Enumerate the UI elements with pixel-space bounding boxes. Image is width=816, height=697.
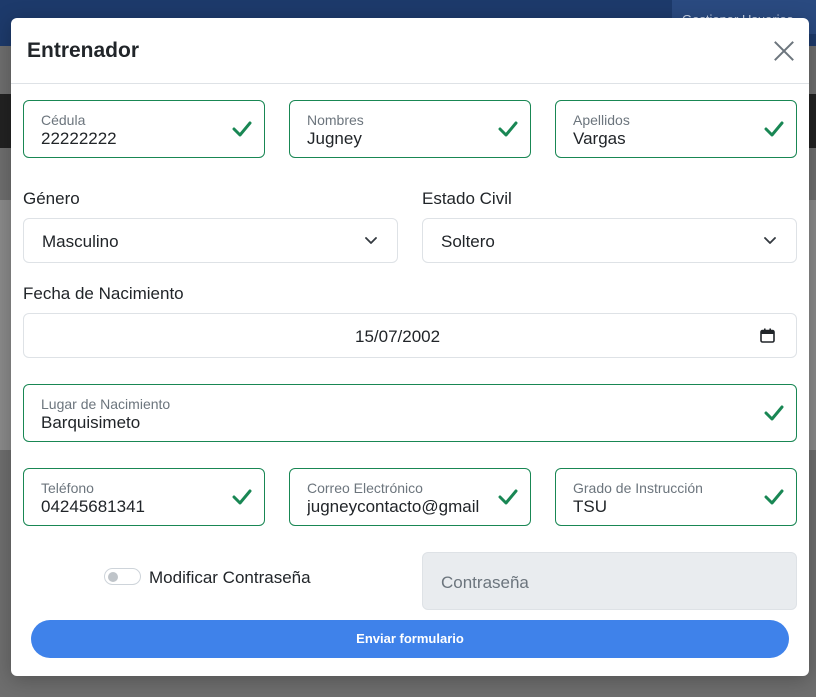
check-icon: [764, 405, 784, 421]
submit-button[interactable]: Enviar formulario: [31, 620, 789, 658]
telefono-value: 04245681341: [41, 497, 146, 516]
check-icon: [498, 121, 518, 137]
estado-civil-select[interactable]: Soltero: [422, 218, 797, 263]
nombres-label: Nombres: [307, 112, 364, 128]
estado-civil-label: Estado Civil: [422, 189, 512, 208]
close-icon[interactable]: [771, 38, 797, 64]
grado-instruccion-field[interactable]: Grado de Instrucción TSU: [555, 468, 797, 526]
grado-instruccion-label: Grado de Instrucción: [573, 480, 703, 496]
cedula-label: Cédula: [41, 112, 86, 128]
telefono-label: Teléfono: [41, 480, 94, 496]
cedula-value: 22222222: [41, 129, 117, 148]
entrenador-modal: Entrenador Cédula 22222222 Nombres Jugne…: [11, 18, 809, 676]
fecha-nacimiento-value: 15/07/2002: [355, 327, 441, 346]
calendar-icon[interactable]: [760, 328, 775, 343]
estado-civil-value: Soltero: [441, 232, 495, 251]
telefono-field[interactable]: Teléfono 04245681341: [23, 468, 265, 526]
fecha-nacimiento-label: Fecha de Nacimiento: [23, 284, 184, 303]
password-placeholder: Contraseña: [441, 573, 529, 592]
correo-value: jugneycontacto@gmail: [307, 497, 480, 516]
apellidos-label: Apellidos: [573, 112, 630, 128]
modificar-contrasena-label: Modificar Contraseña: [149, 568, 311, 587]
toggle-knob: [108, 572, 118, 582]
lugar-nacimiento-value: Barquisimeto: [41, 413, 141, 432]
password-input[interactable]: Contraseña: [422, 552, 797, 610]
genero-value: Masculino: [42, 232, 119, 251]
lugar-nacimiento-field[interactable]: Lugar de Nacimiento Barquisimeto: [23, 384, 797, 442]
check-icon: [498, 489, 518, 505]
nombres-field[interactable]: Nombres Jugney: [289, 100, 531, 158]
apellidos-field[interactable]: Apellidos Vargas: [555, 100, 797, 158]
chevron-down-icon: [764, 237, 776, 244]
cedula-field[interactable]: Cédula 22222222: [23, 100, 265, 158]
modal-title: Entrenador: [27, 39, 140, 62]
correo-field[interactable]: Correo Electrónico jugneycontacto@gmail: [289, 468, 531, 526]
apellidos-value: Vargas: [573, 129, 626, 148]
chevron-down-icon: [365, 237, 377, 244]
check-icon: [764, 489, 784, 505]
fecha-nacimiento-input[interactable]: 15/07/2002: [23, 313, 797, 358]
check-icon: [764, 121, 784, 137]
check-icon: [232, 489, 252, 505]
check-icon: [232, 121, 252, 137]
grado-instruccion-value: TSU: [573, 497, 607, 516]
genero-label: Género: [23, 189, 80, 208]
modal-header: Entrenador: [11, 18, 809, 84]
nombres-value: Jugney: [307, 129, 362, 148]
genero-select[interactable]: Masculino: [23, 218, 398, 263]
modificar-contrasena-toggle[interactable]: [104, 568, 141, 585]
lugar-nacimiento-label: Lugar de Nacimiento: [41, 396, 171, 412]
correo-label: Correo Electrónico: [307, 480, 423, 496]
